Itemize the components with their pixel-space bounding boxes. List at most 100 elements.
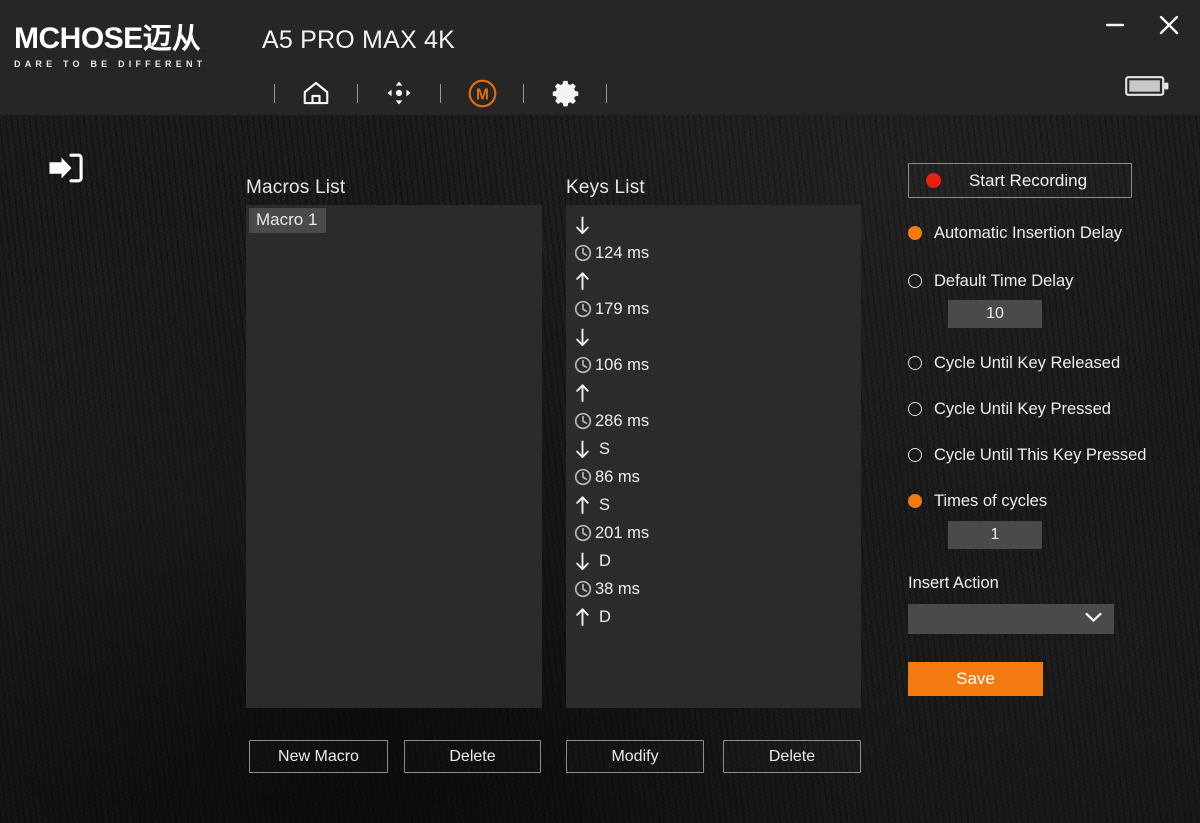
radio-times-of-cycles[interactable] bbox=[908, 494, 922, 508]
nav-dpi-button[interactable] bbox=[380, 74, 418, 112]
logo-text-latin: MCHOSE bbox=[14, 22, 143, 55]
gear-icon bbox=[551, 79, 580, 108]
back-button[interactable] bbox=[45, 148, 89, 192]
nav-macro-button[interactable]: M bbox=[463, 74, 501, 112]
nav-divider bbox=[357, 83, 358, 103]
option-label: Automatic Insertion Delay bbox=[934, 223, 1123, 242]
keys-list-item[interactable]: S bbox=[573, 435, 861, 463]
record-dot-icon bbox=[926, 173, 941, 188]
key-name: D bbox=[599, 607, 611, 626]
key-name: D bbox=[599, 551, 611, 570]
option-label: Default Time Delay bbox=[934, 271, 1074, 290]
clock-icon bbox=[573, 355, 592, 375]
delay-value: 286 ms bbox=[595, 411, 650, 430]
arrow-up-icon bbox=[573, 383, 592, 403]
radio-automatic-insertion-delay[interactable] bbox=[908, 226, 922, 240]
radio-cycle-until-key-pressed[interactable] bbox=[908, 402, 922, 416]
times-of-cycles-input[interactable]: 1 bbox=[948, 521, 1042, 549]
battery-status bbox=[1125, 74, 1170, 103]
clock-icon bbox=[573, 467, 592, 487]
arrow-up-icon bbox=[573, 495, 592, 515]
modify-key-button[interactable]: Modify bbox=[566, 740, 704, 773]
macros-list-title: Macros List bbox=[246, 177, 346, 198]
title-bar: MCHOSE迈从 DARE TO BE DIFFERENT A5 PRO MAX… bbox=[0, 0, 1200, 115]
keys-list-item[interactable] bbox=[573, 323, 861, 351]
keys-list-item[interactable]: 179 ms bbox=[573, 295, 861, 323]
home-icon bbox=[301, 78, 331, 108]
option-cycle-until-key-released[interactable]: Cycle Until Key Released bbox=[908, 350, 1178, 376]
arrow-down-icon bbox=[573, 215, 592, 235]
key-name: S bbox=[599, 439, 611, 458]
nav-divider bbox=[523, 83, 524, 103]
arrow-down-icon bbox=[573, 551, 592, 571]
delay-value: 179 ms bbox=[595, 299, 650, 318]
keys-list-item[interactable] bbox=[573, 267, 861, 295]
keys-list-item[interactable] bbox=[573, 379, 861, 407]
delay-value: 106 ms bbox=[595, 355, 650, 374]
macro-list-item[interactable]: Macro 1 bbox=[249, 208, 327, 233]
option-cycle-until-key-pressed[interactable]: Cycle Until Key Pressed bbox=[908, 396, 1178, 422]
save-button[interactable]: Save bbox=[908, 662, 1043, 696]
arrow-down-icon bbox=[573, 327, 592, 347]
clock-icon bbox=[573, 299, 592, 319]
keys-list-item[interactable]: 38 ms bbox=[573, 575, 861, 603]
svg-text:M: M bbox=[476, 86, 489, 103]
keys-list-item[interactable]: 106 ms bbox=[573, 351, 861, 379]
nav-settings-button[interactable] bbox=[546, 74, 584, 112]
keys-list[interactable]: 124 ms 179 ms 106 ms 286 ms S 86 ms S 201 ms D 38… bbox=[566, 205, 861, 708]
minimize-button[interactable] bbox=[1098, 8, 1132, 42]
main-nav: M bbox=[252, 72, 629, 114]
logo-tagline: DARE TO BE DIFFERENT bbox=[14, 59, 207, 69]
radio-default-time-delay[interactable] bbox=[908, 274, 922, 288]
arrow-up-icon bbox=[573, 271, 592, 291]
battery-full-icon bbox=[1125, 76, 1170, 102]
insert-action-select[interactable] bbox=[908, 604, 1114, 634]
window-controls bbox=[1098, 8, 1186, 42]
option-label: Cycle Until Key Released bbox=[934, 353, 1121, 372]
keys-list-item[interactable]: S bbox=[573, 491, 861, 519]
clock-icon bbox=[573, 579, 592, 599]
delete-key-button[interactable]: Delete bbox=[723, 740, 861, 773]
nav-divider bbox=[440, 83, 441, 103]
option-label: Times of cycles bbox=[934, 491, 1048, 510]
keys-list-item[interactable]: 201 ms bbox=[573, 519, 861, 547]
radio-cycle-until-this-key-pressed[interactable] bbox=[908, 448, 922, 462]
default-time-delay-input[interactable]: 10 bbox=[948, 300, 1042, 328]
radio-cycle-until-key-released[interactable] bbox=[908, 356, 922, 370]
chevron-down-icon bbox=[1085, 610, 1102, 628]
keys-list-item[interactable]: 124 ms bbox=[573, 239, 861, 267]
clock-icon bbox=[573, 523, 592, 543]
start-recording-label: Start Recording bbox=[968, 170, 1088, 190]
option-cycle-until-this-key-pressed[interactable]: Cycle Until This Key Pressed bbox=[908, 442, 1178, 468]
option-default-time-delay[interactable]: Default Time Delay bbox=[908, 268, 1178, 294]
nav-divider bbox=[606, 83, 607, 103]
delay-value: 124 ms bbox=[595, 243, 650, 262]
option-label: Cycle Until Key Pressed bbox=[934, 399, 1111, 418]
keys-list-item[interactable]: 86 ms bbox=[573, 463, 861, 491]
keys-list-item[interactable]: D bbox=[573, 547, 861, 575]
new-macro-button[interactable]: New Macro bbox=[249, 740, 388, 773]
nav-home-button[interactable] bbox=[297, 74, 335, 112]
arrow-up-icon bbox=[573, 607, 592, 627]
macro-icon: M bbox=[467, 78, 498, 109]
keys-list-item[interactable]: D bbox=[573, 603, 861, 631]
app-window: MCHOSE迈从 DARE TO BE DIFFERENT A5 PRO MAX… bbox=[0, 0, 1200, 823]
start-recording-button[interactable]: Start Recording bbox=[908, 163, 1132, 198]
delete-macro-button[interactable]: Delete bbox=[404, 740, 541, 773]
arrow-down-icon bbox=[573, 439, 592, 459]
back-arrow-icon bbox=[47, 151, 87, 190]
option-automatic-insertion-delay[interactable]: Automatic Insertion Delay bbox=[908, 220, 1178, 246]
macro-options-panel: Start Recording Automatic Insertion Dela… bbox=[908, 163, 1178, 696]
option-label: Cycle Until This Key Pressed bbox=[934, 445, 1147, 464]
close-button[interactable] bbox=[1152, 8, 1186, 42]
keys-list-item[interactable] bbox=[573, 211, 861, 239]
option-times-of-cycles[interactable]: Times of cycles bbox=[908, 488, 1178, 514]
dpi-icon bbox=[382, 76, 416, 110]
logo-text-chinese: 迈从 bbox=[142, 23, 201, 55]
macros-list[interactable]: Macro 1 bbox=[246, 205, 542, 708]
clock-icon bbox=[573, 243, 592, 263]
device-model-title: A5 PRO MAX 4K bbox=[262, 26, 455, 54]
brand-logo: MCHOSE迈从 DARE TO BE DIFFERENT bbox=[14, 22, 254, 69]
key-name: S bbox=[599, 495, 611, 514]
keys-list-item[interactable]: 286 ms bbox=[573, 407, 861, 435]
